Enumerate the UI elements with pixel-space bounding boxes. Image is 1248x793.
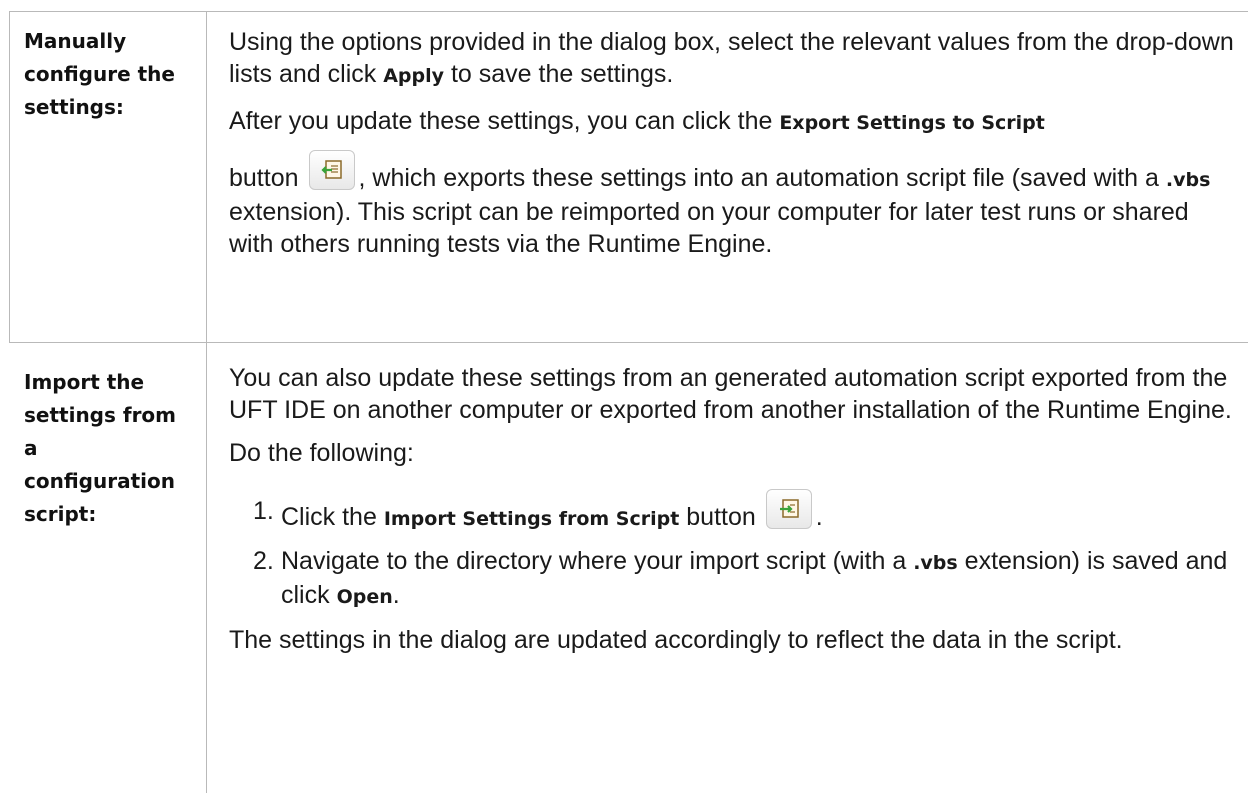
export-settings-term: Export Settings to Script [779, 112, 1045, 134]
step2-text3: . [392, 581, 400, 609]
row1-p2-text1: After you update these settings, you can… [229, 107, 780, 135]
step1-text1: Click the [281, 503, 384, 531]
table-top-border [9, 11, 1248, 12]
row2-label-line1: Import the [24, 370, 145, 394]
row1-p2-text2: button [229, 164, 299, 192]
open-term: Open [336, 586, 393, 608]
row2-label-line3: a [24, 436, 38, 460]
row1-p2-text3: , which exports these settings into an a… [358, 164, 1166, 192]
row2-paragraph3: The settings in the dialog are updated a… [229, 626, 1123, 654]
row2-paragraph1: You can also update these settings from … [229, 364, 1232, 424]
row-divider [9, 342, 1248, 343]
row1-label-line1: Manually [24, 29, 127, 53]
step-item-1: 1. Click the Import Settings from Script … [229, 489, 1239, 541]
row1-p1-text2: to save the settings. [444, 60, 674, 88]
row1-p2-text4: extension). This script can be reimporte… [229, 198, 1189, 258]
import-settings-icon[interactable] [765, 489, 812, 529]
step-item-2: 2. Navigate to the directory where your i… [229, 545, 1239, 613]
row2-paragraph2: Do the following: [229, 439, 414, 467]
step-number: 1. [253, 497, 274, 525]
settings-table: Manually configure the settings: Using t… [0, 0, 1248, 793]
import-settings-term: Import Settings from Script [383, 508, 680, 530]
row1-label-line3: settings: [24, 95, 124, 119]
row2-label-line2: settings from [24, 403, 177, 427]
row1-label-line2: configure the [24, 62, 175, 86]
vbs-term: .vbs [1165, 169, 1211, 191]
column-divider [206, 11, 207, 793]
table-left-border [9, 11, 10, 342]
row2-label-line4: configuration [24, 469, 175, 493]
step1-text3: . [815, 503, 823, 531]
step1-text2: button [679, 503, 756, 531]
row2-content: You can also update these settings from … [229, 362, 1239, 656]
row1-label: Manually configure the settings: [24, 25, 175, 124]
export-settings-icon[interactable] [308, 150, 355, 190]
row1-content: Using the options provided in the dialog… [229, 26, 1239, 260]
vbs-term: .vbs [913, 552, 958, 574]
row2-label-line5: script: [24, 502, 97, 526]
row2-label: Import the settings from a configuration… [24, 366, 176, 531]
row1-paragraph1: Using the options provided in the dialog… [229, 26, 1239, 92]
step2-text1: Navigate to the directory where your imp… [281, 547, 914, 575]
row1-paragraph2-line1: After you update these settings, you can… [229, 105, 1239, 139]
step-number: 2. [253, 547, 274, 575]
apply-term: Apply [383, 65, 445, 87]
row1-p1-text1: Using the options provided in the dialog… [229, 28, 1234, 88]
row1-paragraph2: button , which exports these settings int… [229, 150, 1239, 260]
steps-list: 1. Click the Import Settings from Script … [229, 489, 1239, 613]
